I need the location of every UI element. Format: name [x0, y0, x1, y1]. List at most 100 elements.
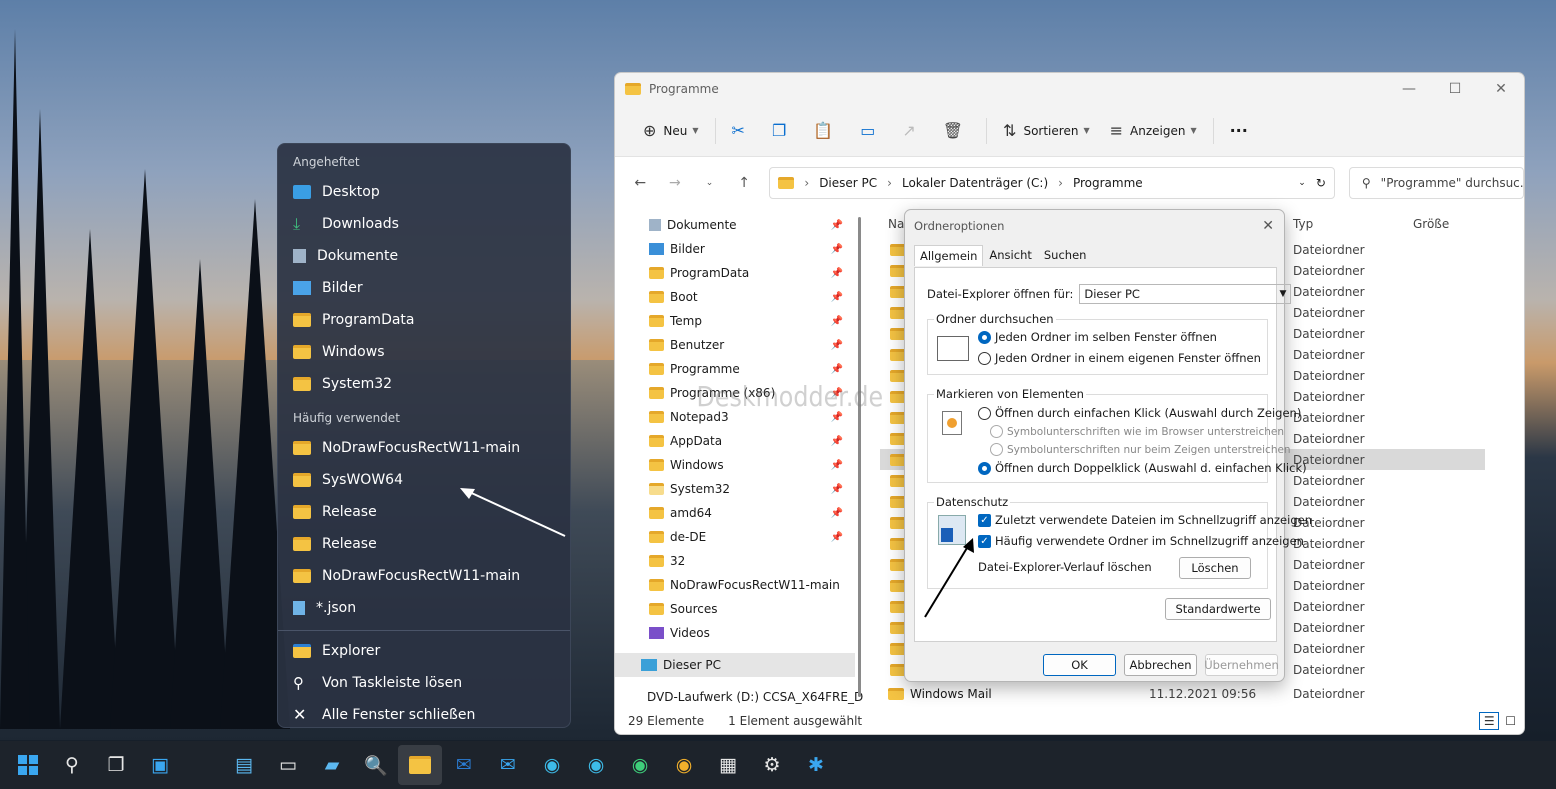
nav-item[interactable]: Temp 📌 — [615, 309, 855, 333]
nav-scrollbar[interactable] — [858, 217, 861, 697]
recent-button[interactable]: ⌄ — [692, 178, 727, 188]
nav-item[interactable]: Benutzer 📌 — [615, 333, 855, 357]
up-button[interactable]: ↑ — [727, 175, 762, 191]
apply-button[interactable]: Übernehmen — [1204, 654, 1279, 676]
jump-item-desktop[interactable]: Desktop — [278, 176, 570, 208]
nav-item[interactable]: Videos — [615, 621, 855, 645]
table-row[interactable]: Windows Mail 11.12.2021 09:56 Dateiordne… — [880, 683, 1520, 704]
app-icon[interactable]: ✱ — [794, 745, 838, 785]
task-view-icon[interactable]: ❐ — [94, 745, 138, 785]
nav-item-this-pc[interactable]: Dieser PC — [615, 653, 855, 677]
jump-item-dokumente[interactable]: Dokumente — [278, 240, 570, 272]
paste-button[interactable]: 📋 — [803, 115, 850, 147]
radio-underline-browser[interactable]: Symbolunterschriften wie im Browser unte… — [990, 425, 1284, 438]
nav-item[interactable]: Sources — [615, 597, 855, 621]
breadcrumb-item[interactable]: Dieser PC — [819, 176, 877, 190]
nav-item[interactable]: AppData 📌 — [615, 429, 855, 453]
nav-item[interactable]: Windows 📌 — [615, 453, 855, 477]
cancel-button[interactable]: Abbrechen — [1124, 654, 1197, 676]
breadcrumb-item[interactable]: Programme — [1073, 176, 1143, 190]
tab-view[interactable]: Ansicht — [983, 244, 1037, 266]
jump-item-frequent[interactable]: *.json — [278, 592, 570, 624]
radio-button[interactable] — [978, 406, 991, 420]
chevron-down-icon[interactable]: ⌄ — [1298, 178, 1306, 188]
view-button[interactable]: ≡ Anzeigen ▼ — [1100, 115, 1207, 147]
edge-beta-icon[interactable]: ◉ — [574, 745, 618, 785]
details-view-icon[interactable]: ☰ — [1479, 712, 1500, 730]
radio-button[interactable] — [990, 425, 1003, 438]
file-explorer-taskbar-icon[interactable] — [398, 745, 442, 785]
jump-item-frequent[interactable]: NoDrawFocusRectW11-main — [278, 432, 570, 464]
nav-item[interactable]: Boot 📌 — [615, 285, 855, 309]
close-button[interactable]: ✕ — [1478, 81, 1524, 97]
jump-action-close-all[interactable]: ✕ Alle Fenster schließen — [278, 699, 570, 731]
jump-item-bilder[interactable]: Bilder — [278, 272, 570, 304]
jump-item-downloads[interactable]: ⤓ Downloads — [278, 208, 570, 240]
jump-item-programdata[interactable]: ProgramData — [278, 304, 570, 336]
nav-item[interactable]: amd64 📌 — [615, 501, 855, 525]
clear-history-button[interactable]: Löschen — [1179, 557, 1251, 579]
radio-button[interactable] — [978, 351, 991, 365]
breadcrumb-item[interactable]: Lokaler Datenträger (C:) — [902, 176, 1048, 190]
restore-defaults-button[interactable]: Standardwerte — [1165, 598, 1271, 620]
nav-item[interactable]: Programme 📌 — [615, 357, 855, 381]
jump-item-windows[interactable]: Windows — [278, 336, 570, 368]
column-size[interactable]: Größe — [1413, 217, 1449, 231]
more-button[interactable]: ··· — [1220, 115, 1258, 147]
rename-button[interactable]: ▭ — [850, 115, 892, 147]
jump-item-frequent[interactable]: NoDrawFocusRectW11-main — [278, 560, 570, 592]
nav-item[interactable]: System32 📌 — [615, 477, 855, 501]
outlook-icon[interactable]: ✉ — [442, 745, 486, 785]
radio-button[interactable] — [978, 461, 991, 475]
minimize-button[interactable]: — — [1386, 81, 1432, 97]
search-taskbar-icon[interactable]: ⚲ — [50, 745, 94, 785]
delete-button[interactable]: 🗑 — [933, 115, 980, 147]
notepad-icon[interactable]: ▤ — [222, 745, 266, 785]
sort-button[interactable]: ⇅ Sortieren ▼ — [993, 115, 1100, 147]
maximize-button[interactable]: ☐ — [1432, 81, 1478, 97]
jump-action-explorer[interactable]: Explorer — [278, 635, 570, 667]
new-button[interactable]: ⊕ Neu ▼ — [633, 115, 709, 147]
tiles-view-icon[interactable]: ☐ — [1505, 714, 1516, 728]
checkbox[interactable]: ✓ — [978, 513, 991, 527]
tab-general[interactable]: Allgemein — [914, 245, 984, 266]
address-bar[interactable]: › Dieser PC › Lokaler Datenträger (C:) ›… — [769, 167, 1335, 199]
nav-item[interactable]: de-DE 📌 — [615, 525, 855, 549]
copy-button[interactable]: ❐ — [762, 115, 803, 147]
refresh-icon[interactable]: ↻ — [1316, 176, 1326, 190]
radio-button[interactable] — [990, 443, 1003, 456]
edge-dev-icon[interactable]: ◉ — [618, 745, 662, 785]
checkbox-recent-files[interactable]: ✓ Zuletzt verwendete Dateien im Schnellzu… — [978, 513, 1312, 527]
radio-same-window[interactable]: Jeden Ordner im selben Fenster öffnen — [978, 330, 1217, 344]
start-button[interactable] — [6, 745, 50, 785]
magnifier-icon[interactable]: 🔍 — [354, 745, 398, 785]
nav-item[interactable]: 32 — [615, 549, 855, 573]
radio-own-window[interactable]: Jeden Ordner in einem eigenen Fenster öf… — [978, 351, 1261, 365]
nav-item[interactable]: Bilder 📌 — [615, 237, 855, 261]
radio-button[interactable] — [978, 330, 991, 344]
dialog-close-button[interactable]: ✕ — [1262, 218, 1274, 234]
search-input[interactable]: ⚲ "Programme" durchsuc... — [1348, 167, 1524, 199]
edge-icon[interactable]: ◉ — [530, 745, 574, 785]
nav-item[interactable]: ProgramData 📌 — [615, 261, 855, 285]
open-for-select[interactable]: Dieser PC ▼ — [1079, 284, 1292, 304]
jump-action-unpin[interactable]: ⚲ Von Taskleiste lösen — [278, 667, 570, 699]
radio-double-click[interactable]: Öffnen durch Doppelklick (Auswahl d. ein… — [978, 461, 1307, 475]
nav-item[interactable]: Dokumente 📌 — [615, 213, 855, 237]
cut-button[interactable]: ✂ — [722, 115, 762, 147]
nav-item[interactable]: NoDrawFocusRectW11-main — [615, 573, 855, 597]
tab-search[interactable]: Suchen — [1038, 244, 1093, 266]
checkbox-frequent-folders[interactable]: ✓ Häufig verwendete Ordner im Schnellzugr… — [978, 534, 1304, 548]
forward-button[interactable]: → — [658, 175, 693, 191]
jump-item-system32[interactable]: System32 — [278, 368, 570, 400]
back-button[interactable]: ← — [623, 175, 658, 191]
store-icon[interactable]: ▦ — [706, 745, 750, 785]
mail-icon[interactable]: ✉ — [486, 745, 530, 785]
radio-underline-hover[interactable]: Symbolunterschriften nur beim Zeigen unt… — [990, 443, 1291, 456]
settings-icon[interactable]: ⚙ — [750, 745, 794, 785]
ok-button[interactable]: OK — [1043, 654, 1116, 676]
app-icon[interactable]: ▰ — [310, 745, 354, 785]
widgets-icon[interactable]: ▣ — [138, 745, 182, 785]
terminal-icon[interactable]: ▭ — [266, 745, 310, 785]
radio-single-click[interactable]: Öffnen durch einfachen Klick (Auswahl du… — [978, 406, 1301, 420]
